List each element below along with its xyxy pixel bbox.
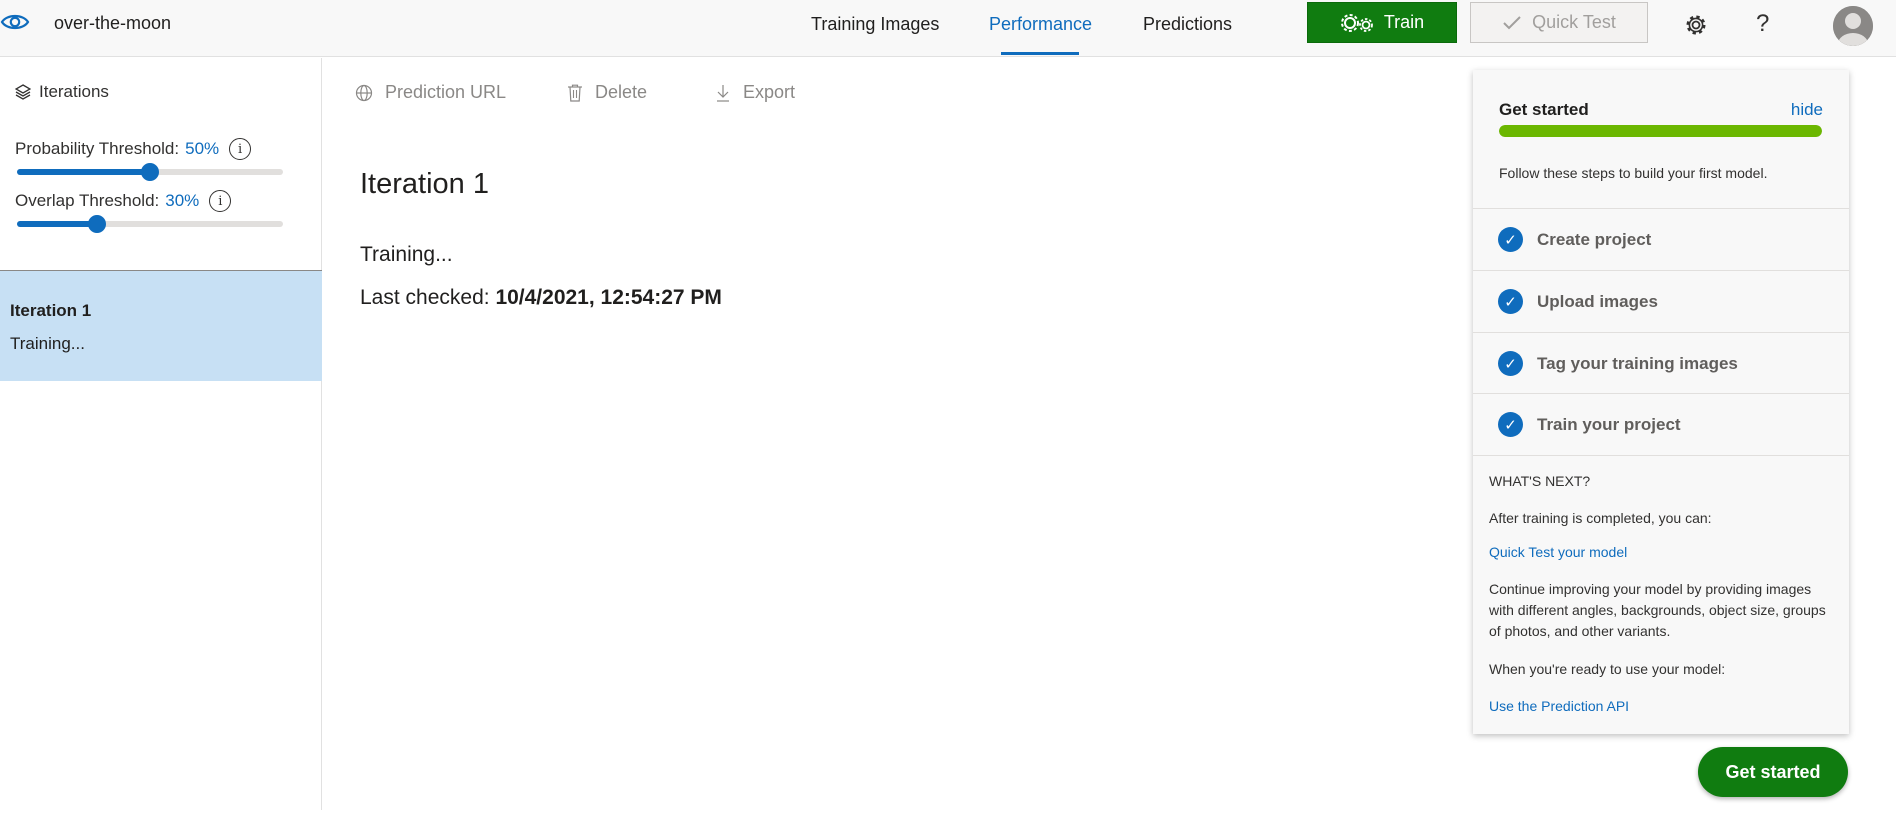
whats-next-heading: WHAT'S NEXT? — [1489, 473, 1591, 489]
iterations-sidebar: Iterations Probability Threshold: 50% i … — [0, 58, 322, 810]
globe-icon — [355, 84, 373, 101]
export-button[interactable]: Export — [715, 82, 795, 103]
export-label: Export — [743, 82, 796, 102]
eye-logo-icon[interactable] — [0, 10, 30, 34]
probability-threshold-slider[interactable] — [17, 163, 283, 181]
step-create-project[interactable]: ✓ Create project — [1473, 208, 1849, 270]
step-label: Train your project — [1537, 414, 1681, 434]
info-icon[interactable]: i — [209, 190, 232, 212]
probability-threshold-value: 50% — [185, 139, 220, 158]
slider-thumb[interactable] — [87, 215, 106, 233]
delete-label: Delete — [595, 82, 648, 102]
after-training-text: After training is completed, you can: — [1489, 510, 1712, 526]
get-started-description: Follow these steps to build your first m… — [1499, 165, 1768, 181]
get-started-progress — [1499, 125, 1822, 137]
train-button[interactable]: Train — [1307, 2, 1457, 43]
slider-thumb[interactable] — [141, 163, 159, 181]
quick-test-link[interactable]: Quick Test your model — [1489, 544, 1627, 560]
info-icon[interactable]: i — [229, 138, 252, 160]
last-checked: Last checked: 10/4/2021, 12:54:27 PM — [360, 286, 722, 310]
training-status: Training... — [360, 243, 453, 266]
panel-divider — [1473, 455, 1849, 456]
iteration-list-item[interactable]: Iteration 1 Training... — [0, 271, 322, 381]
ready-text: When you're ready to use your model: — [1489, 661, 1726, 677]
avatar[interactable] — [1833, 6, 1873, 46]
active-tab-indicator — [1001, 52, 1079, 55]
hide-link[interactable]: hide — [1791, 100, 1823, 120]
layers-icon — [15, 84, 31, 100]
check-circle-icon: ✓ — [1498, 289, 1523, 314]
probability-threshold-label: Probability Threshold: 50% i — [15, 138, 252, 160]
step-label: Tag your training images — [1537, 353, 1738, 373]
top-bar: over-the-moon Training Images Performanc… — [0, 0, 1896, 57]
iteration-status: Training... — [10, 334, 85, 353]
gears-icon — [1340, 13, 1373, 32]
step-label: Create project — [1537, 229, 1652, 249]
step-train-project[interactable]: ✓ Train your project — [1473, 393, 1849, 455]
check-circle-icon: ✓ — [1498, 227, 1523, 252]
get-started-button[interactable]: Get started — [1698, 747, 1848, 797]
overlap-threshold-label: Overlap Threshold: 30% i — [15, 190, 232, 212]
user-avatar-icon — [1833, 6, 1873, 46]
overlap-threshold-text: Overlap Threshold: — [15, 191, 160, 210]
prediction-url-label: Prediction URL — [385, 82, 507, 102]
check-circle-icon: ✓ — [1498, 412, 1523, 437]
probability-threshold-text: Probability Threshold: — [15, 139, 180, 158]
get-started-panel: Get started hide Follow these steps to b… — [1473, 70, 1849, 734]
gear-icon[interactable] — [1684, 13, 1708, 37]
tab-training-images[interactable]: Training Images — [811, 14, 939, 35]
check-circle-icon: ✓ — [1498, 351, 1523, 376]
prediction-url-button[interactable]: Prediction URL — [355, 82, 506, 103]
checkmark-icon — [1503, 15, 1521, 29]
slider-fill — [17, 169, 150, 175]
delete-button[interactable]: Delete — [567, 82, 647, 103]
step-tag-images[interactable]: ✓ Tag your training images — [1473, 332, 1849, 394]
improve-model-text: Continue improving your model by providi… — [1489, 581, 1826, 639]
slider-fill — [17, 221, 97, 227]
page-title: Iteration 1 — [360, 168, 489, 200]
iteration-name: Iteration 1 — [10, 301, 92, 320]
project-name[interactable]: over-the-moon — [54, 13, 171, 34]
step-upload-images[interactable]: ✓ Upload images — [1473, 270, 1849, 332]
progress-fill — [1499, 125, 1822, 137]
last-checked-value: 10/4/2021, 12:54:27 PM — [495, 286, 722, 309]
step-label: Upload images — [1537, 291, 1658, 311]
download-icon — [717, 84, 729, 102]
overlap-threshold-slider[interactable] — [17, 215, 283, 233]
prediction-api-link[interactable]: Use the Prediction API — [1489, 698, 1629, 714]
get-started-title: Get started — [1499, 100, 1589, 119]
trash-icon — [568, 84, 582, 102]
last-checked-label: Last checked: — [360, 286, 490, 309]
train-button-label: Train — [1383, 12, 1425, 32]
tab-performance[interactable]: Performance — [989, 14, 1092, 35]
iterations-header: Iterations — [15, 82, 109, 102]
tab-predictions[interactable]: Predictions — [1143, 14, 1232, 35]
quick-test-button[interactable]: Quick Test — [1470, 2, 1648, 43]
iterations-label: Iterations — [39, 82, 109, 101]
quick-test-label: Quick Test — [1532, 12, 1616, 32]
overlap-threshold-value: 30% — [165, 191, 200, 210]
help-icon[interactable]: ? — [1756, 10, 1769, 38]
